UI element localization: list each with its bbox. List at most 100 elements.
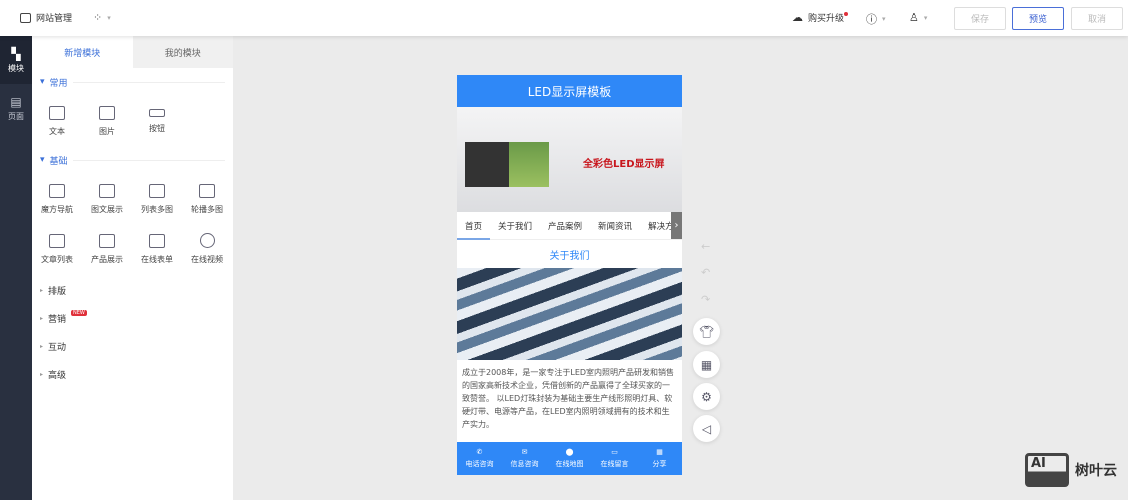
module-label: 轮播多图	[191, 204, 223, 214]
rail-label: 页面	[8, 111, 24, 121]
user-menu[interactable]: ♙ ▾	[909, 11, 927, 24]
module-label: 产品展示	[91, 254, 123, 264]
footer-bar: ✆ 电话咨询 ✉ 信息咨询 ⬤ 在线地图 ▭ 在线留言 ▦ 分享	[457, 442, 682, 475]
module-label: 图片	[99, 126, 115, 136]
settings-gear-icon[interactable]: ⚙	[693, 383, 720, 410]
footer-map[interactable]: ⬤ 在线地图	[547, 442, 592, 475]
module-products[interactable]: 产品展示	[82, 224, 132, 274]
footer-label: 信息咨询	[510, 460, 539, 468]
section-layout[interactable]: ▸ 排版	[32, 276, 233, 304]
rail-item-modules[interactable]: ▚ 模块	[0, 36, 32, 84]
nav-about[interactable]: 关于我们	[490, 220, 540, 232]
section-title: 营销	[48, 314, 67, 325]
section-title: 互动	[48, 342, 67, 353]
undo-icon[interactable]: ↶	[701, 266, 710, 279]
horse-screen-image	[509, 142, 549, 187]
section-title: 高级	[48, 370, 67, 381]
upgrade-button[interactable]: ☁ 购买升级	[792, 11, 844, 24]
module-label: 文章列表	[41, 254, 73, 264]
left-rail: ▚ 模块 ▤ 页面	[0, 36, 32, 500]
carousel-icon	[199, 183, 215, 198]
module-panel: 新增模块 我的模块 ▾ 常用 文本 图片 按钮 ▾ 基础 魔方导航 图文展示 列表多…	[32, 36, 233, 500]
notification-dot	[844, 12, 848, 16]
site-nav: 首页 关于我们 产品案例 新闻资讯 解决方案 ›	[457, 212, 682, 240]
watermark-text: 树叶云	[1075, 463, 1117, 479]
module-label: 魔方导航	[41, 204, 73, 214]
nav-solutions[interactable]: 解决方案	[640, 220, 690, 232]
site-title[interactable]: LED显示屏模板	[457, 75, 682, 107]
help-menu[interactable]: ⓘ ▾	[866, 11, 886, 27]
footer-guestbook[interactable]: ▭ 在线留言	[592, 442, 637, 475]
page-icon: ▤	[10, 94, 22, 109]
mail-icon: ✉	[521, 448, 528, 456]
rail-item-pages[interactable]: ▤ 页面	[0, 84, 32, 132]
section-common[interactable]: ▾ 常用	[32, 68, 233, 96]
modules-grid-icon[interactable]: ▦	[693, 351, 720, 378]
footer-label: 分享	[652, 460, 667, 468]
image-text-icon	[99, 183, 115, 198]
module-article-list[interactable]: 文章列表	[32, 224, 82, 274]
about-text: 成立于2008年，是一家专注于LED室内照明产品研发和销售的国家高新技术企业，凭…	[462, 368, 675, 429]
module-video[interactable]: 在线视频	[182, 224, 232, 274]
nav-news[interactable]: 新闻资讯	[590, 220, 640, 232]
module-image[interactable]: 图片	[82, 96, 132, 146]
module-label: 列表多图	[141, 204, 173, 214]
cancel-button[interactable]: 取消	[1071, 7, 1123, 30]
theme-shirt-icon[interactable]: 👕︎	[693, 318, 720, 345]
module-label: 文本	[49, 126, 65, 136]
save-button[interactable]: 保存	[954, 7, 1006, 30]
module-label: 在线表单	[141, 254, 173, 264]
section-advanced[interactable]: ▸ 高级	[32, 360, 233, 388]
article-icon	[49, 233, 65, 248]
share-grid-icon: ▦	[656, 448, 663, 456]
user-icon: ♙	[909, 11, 919, 24]
tab-my-modules[interactable]: 我的模块	[132, 36, 233, 68]
footer-phone[interactable]: ✆ 电话咨询	[457, 442, 502, 475]
module-label: 图文展示	[91, 204, 123, 214]
modules-icon: ▚	[11, 46, 21, 61]
module-carousel[interactable]: 轮播多图	[182, 174, 232, 224]
footer-message[interactable]: ✉ 信息咨询	[502, 442, 547, 475]
site-manage-label: 网站管理	[36, 14, 73, 24]
redo-icon[interactable]: ↷	[701, 293, 710, 306]
new-badge: NEW	[71, 310, 87, 316]
module-label: 按钮	[149, 123, 165, 133]
speaker-icon[interactable]: ◁	[693, 415, 720, 442]
button-icon	[149, 108, 165, 117]
nav-next-arrow[interactable]: ›	[671, 212, 682, 239]
nav-home[interactable]: 首页	[457, 220, 491, 240]
section-interaction[interactable]: ▸ 互动	[32, 332, 233, 360]
preview-button[interactable]: 预览	[1012, 7, 1064, 30]
module-image-text[interactable]: 图文展示	[82, 174, 132, 224]
module-form[interactable]: 在线表单	[132, 224, 182, 274]
tab-new-modules[interactable]: 新增模块	[32, 36, 133, 68]
module-text[interactable]: 文本	[32, 96, 82, 146]
banner[interactable]: 全彩色LED显示屏	[457, 107, 682, 212]
phone-preview: LED显示屏模板 全彩色LED显示屏 首页 关于我们 产品案例 新闻资讯 解决方…	[457, 75, 682, 475]
section-basic[interactable]: ▾ 基础	[32, 146, 233, 174]
module-list-images[interactable]: 列表多图	[132, 174, 182, 224]
section-title: 关于我们	[549, 250, 590, 262]
nav-cases[interactable]: 产品案例	[540, 220, 590, 232]
grid-icon: ⁘	[93, 11, 103, 24]
module-magic-nav[interactable]: 魔方导航	[32, 174, 82, 224]
section-marketing[interactable]: ▸ 营销 NEW	[32, 304, 233, 332]
section-title: 常用	[49, 78, 68, 89]
section-title: 排版	[48, 286, 67, 297]
image-icon	[99, 105, 115, 120]
products-icon	[99, 233, 115, 248]
footer-share[interactable]: ▦ 分享	[637, 442, 682, 475]
banner-headline: 全彩色LED显示屏	[583, 159, 665, 170]
footer-label: 在线地图	[555, 460, 584, 468]
site-manage-menu[interactable]: 网站管理	[20, 11, 72, 24]
led-screen-image	[465, 142, 510, 187]
footer-label: 电话咨询	[465, 460, 494, 468]
phone-icon: ✆	[476, 448, 483, 456]
upgrade-label: 购买升级	[808, 14, 845, 24]
apps-menu[interactable]: ⁘ ▾	[93, 11, 111, 24]
ai-logo-icon: AI	[1025, 453, 1069, 487]
section-title: 基础	[49, 156, 68, 167]
clipboard-icon	[149, 233, 165, 248]
back-arrow-icon[interactable]: ←	[701, 240, 710, 253]
module-button[interactable]: 按钮	[132, 96, 182, 146]
